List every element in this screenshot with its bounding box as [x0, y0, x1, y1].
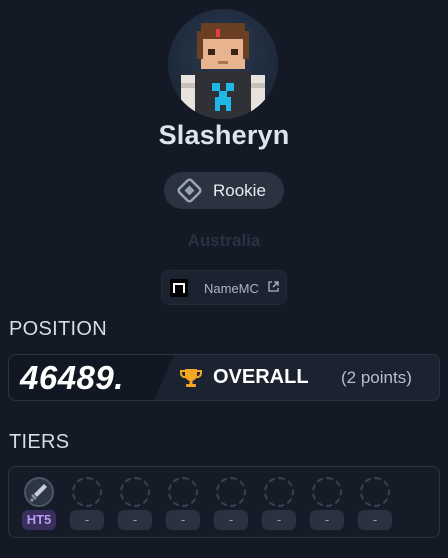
tier-badge: -: [214, 510, 248, 530]
rank-diamond-icon: [177, 178, 202, 203]
position-card: 46489. OVERALL (2 points): [8, 354, 440, 401]
position-points: (2 points): [341, 368, 412, 387]
tier-empty-circle: [264, 477, 294, 507]
tier-slot[interactable]: -: [214, 477, 250, 533]
tier-icon-circle: [24, 477, 54, 507]
rank-label: Rookie: [213, 181, 266, 200]
player-region: Australia: [187, 231, 261, 250]
tier-empty-circle: [216, 477, 246, 507]
player-name: Slasheryn: [158, 120, 290, 150]
rank-badge: Rookie: [164, 172, 284, 209]
tiers-card: HT5 - - - - - - -: [8, 466, 440, 538]
position-section-title: POSITION: [9, 318, 107, 340]
tier-slot[interactable]: -: [166, 477, 202, 533]
tier-empty-circle: [120, 477, 150, 507]
tier-slot[interactable]: HT5: [22, 477, 58, 533]
position-category: OVERALL: [213, 366, 309, 388]
namemc-logo-icon: [170, 279, 188, 297]
player-avatar: [168, 9, 278, 119]
external-link-icon: [268, 281, 279, 292]
tier-badge: -: [118, 510, 152, 530]
tiers-section-title: TIERS: [9, 431, 70, 453]
tier-slot[interactable]: -: [118, 477, 154, 533]
tier-empty-circle: [72, 477, 102, 507]
minecraft-skin-icon: [181, 23, 265, 119]
position-number-panel: 46489.: [9, 355, 174, 400]
tier-badge: -: [166, 510, 200, 530]
tier-empty-circle: [360, 477, 390, 507]
tier-badge: -: [358, 510, 392, 530]
tier-slot[interactable]: -: [358, 477, 394, 533]
tier-empty-circle: [312, 477, 342, 507]
trophy-icon: [180, 369, 202, 387]
tier-badge: -: [310, 510, 344, 530]
tier-slot[interactable]: -: [262, 477, 298, 533]
tier-slot[interactable]: -: [310, 477, 346, 533]
tier-badge: HT5: [22, 510, 56, 530]
namemc-link-button[interactable]: NameMC: [161, 270, 287, 305]
namemc-label: NameMC: [204, 281, 259, 296]
tier-empty-circle: [168, 477, 198, 507]
sword-icon: [29, 484, 47, 503]
tier-badge: -: [262, 510, 296, 530]
tier-slot[interactable]: -: [70, 477, 106, 533]
tier-badge: -: [70, 510, 104, 530]
position-number: 46489.: [20, 359, 124, 396]
